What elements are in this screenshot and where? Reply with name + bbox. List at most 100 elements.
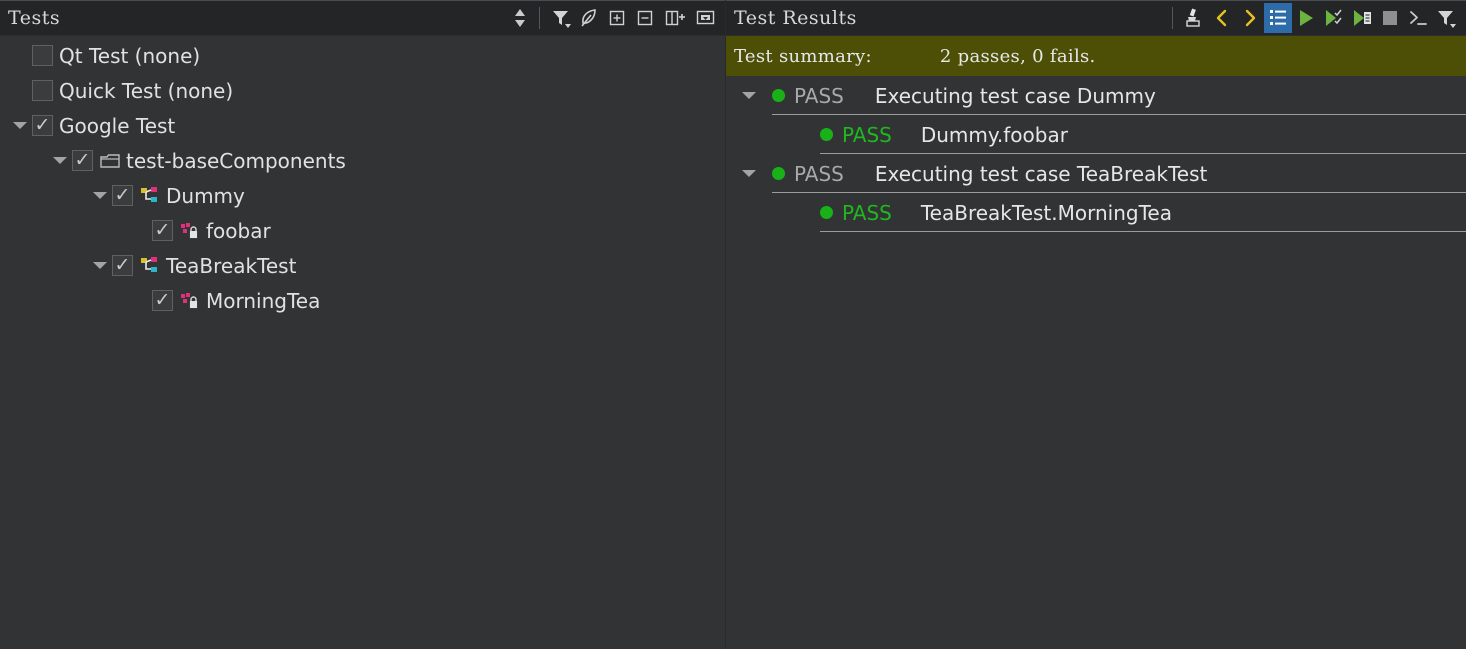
tree-row-label: Quick Test (none) xyxy=(59,78,234,103)
tree-row[interactable]: Qt Test (none) xyxy=(0,38,725,73)
check-icon: ✓ xyxy=(114,254,131,276)
expand-all-icon[interactable] xyxy=(603,3,631,33)
tree-checkbox[interactable] xyxy=(32,45,53,66)
results-filter-icon[interactable] xyxy=(1432,3,1460,33)
check-icon: ✓ xyxy=(154,289,171,311)
tree-expander-spacer xyxy=(128,213,152,248)
private-method-icon xyxy=(179,220,201,242)
collapse-all-icon[interactable] xyxy=(631,3,659,33)
test-tool-window: Tests Qt Test (none) Quick Test (none) ✓… xyxy=(0,0,1466,649)
run-selected-tests-icon[interactable] xyxy=(1320,3,1348,33)
tree-row-label: MorningTea xyxy=(206,288,321,313)
next-result-icon[interactable] xyxy=(1236,3,1264,33)
chevron-down-glyph xyxy=(93,192,107,199)
test-summary-bar: Test summary: 2 passes, 0 fails. xyxy=(726,36,1466,76)
tests-toolbar xyxy=(506,0,725,35)
tree-row[interactable]: ✓ TeaBreakTest xyxy=(0,248,725,283)
tree-checkbox[interactable] xyxy=(32,80,53,101)
chevron-down-icon[interactable] xyxy=(88,178,112,213)
filter-icon[interactable] xyxy=(547,3,575,33)
pass-status-dot xyxy=(772,89,785,102)
tree-checkbox[interactable]: ✓ xyxy=(152,290,173,311)
run-icon[interactable] xyxy=(1292,3,1320,33)
test-result-message: Dummy.foobar xyxy=(920,122,1068,147)
chevron-down-icon[interactable] xyxy=(726,154,772,193)
status-badge: PASS xyxy=(842,122,892,147)
options-dropdown-icon[interactable] xyxy=(691,3,719,33)
tree-row[interactable]: ✓ Google Test xyxy=(0,108,725,143)
test-result-row[interactable]: PASS Dummy.foobar xyxy=(726,115,1466,154)
tree-row-label: Dummy xyxy=(166,183,245,208)
pass-status-dot xyxy=(820,128,833,141)
check-icon: ✓ xyxy=(154,219,171,241)
tree-row-label: Google Test xyxy=(59,113,176,138)
chevron-down-icon[interactable] xyxy=(88,248,112,283)
chevron-down-glyph xyxy=(13,122,27,129)
chevron-down-glyph xyxy=(93,262,107,269)
tree-row-label: TeaBreakTest xyxy=(166,253,297,278)
test-tree[interactable]: Qt Test (none) Quick Test (none) ✓ Google T… xyxy=(0,36,725,318)
tree-checkbox[interactable]: ✓ xyxy=(112,185,133,206)
check-icon: ✓ xyxy=(74,149,91,171)
stop-icon[interactable] xyxy=(1376,3,1404,33)
test-result-message: Executing test case Dummy xyxy=(874,83,1156,108)
tree-checkbox[interactable]: ✓ xyxy=(112,255,133,276)
status-badge: PASS xyxy=(794,161,844,186)
tree-row-label: Qt Test (none) xyxy=(59,43,201,68)
tree-row[interactable]: ✓ foobar xyxy=(0,213,725,248)
test-results-panel: Test Results Test summary: 2 passes, 0 f… xyxy=(726,0,1466,649)
tree-row-label: test-baseComponents xyxy=(126,148,346,173)
output-list-icon[interactable] xyxy=(1264,2,1292,33)
test-summary-label: Test summary: xyxy=(734,45,872,67)
tree-checkbox[interactable]: ✓ xyxy=(152,220,173,241)
check-icon: ✓ xyxy=(114,184,131,206)
tree-checkbox[interactable]: ✓ xyxy=(72,150,93,171)
chevron-down-icon[interactable] xyxy=(726,76,772,115)
terminal-icon[interactable] xyxy=(1404,3,1432,33)
test-results-header: Test Results xyxy=(726,0,1466,36)
run-file-tests-icon[interactable] xyxy=(1348,3,1376,33)
class-icon xyxy=(139,255,161,277)
tree-checkbox[interactable]: ✓ xyxy=(32,115,53,136)
tree-row[interactable]: Quick Test (none) xyxy=(0,73,725,108)
chevron-down-glyph xyxy=(53,157,67,164)
test-result-row[interactable]: PASS TeaBreakTest.MorningTea xyxy=(726,193,1466,232)
pass-status-dot xyxy=(820,206,833,219)
tree-expander-spacer xyxy=(8,38,32,73)
chevron-down-glyph xyxy=(742,170,756,177)
status-badge: PASS xyxy=(842,200,892,225)
check-icon: ✓ xyxy=(34,114,51,136)
result-expander-spacer xyxy=(726,193,820,232)
tests-panel: Tests Qt Test (none) Quick Test (none) ✓… xyxy=(0,0,726,649)
tree-row[interactable]: ✓ Dummy xyxy=(0,178,725,213)
test-results-list[interactable]: PASS Executing test case Dummy PASS Dummy.f… xyxy=(726,76,1466,232)
leaf-icon[interactable] xyxy=(575,3,603,33)
result-expander-spacer xyxy=(726,115,820,154)
chevron-down-glyph xyxy=(742,92,756,99)
clear-results-icon[interactable] xyxy=(1180,3,1208,33)
test-results-toolbar xyxy=(1167,0,1466,35)
folder-icon xyxy=(99,150,121,172)
chevron-down-icon[interactable] xyxy=(8,108,32,143)
tests-panel-header: Tests xyxy=(0,0,725,36)
tree-row[interactable]: ✓ test-baseComponents xyxy=(0,143,725,178)
test-result-row[interactable]: PASS Executing test case TeaBreakTest xyxy=(726,154,1466,193)
pass-status-dot xyxy=(772,167,785,180)
test-results-title: Test Results xyxy=(734,6,857,29)
add-to-group-icon[interactable] xyxy=(659,3,691,33)
test-result-message: Executing test case TeaBreakTest xyxy=(874,161,1208,186)
tree-expander-spacer xyxy=(128,283,152,318)
tree-row[interactable]: ✓ MorningTea xyxy=(0,283,725,318)
previous-result-icon[interactable] xyxy=(1208,3,1236,33)
toolbar-divider xyxy=(539,6,540,29)
chevron-down-icon[interactable] xyxy=(48,143,72,178)
sort-order-icon[interactable] xyxy=(506,3,534,33)
tree-row-label: foobar xyxy=(206,218,271,243)
status-badge: PASS xyxy=(794,83,844,108)
test-result-message: TeaBreakTest.MorningTea xyxy=(920,200,1172,225)
private-method-icon xyxy=(179,290,201,312)
class-icon xyxy=(139,185,161,207)
test-result-row[interactable]: PASS Executing test case Dummy xyxy=(726,76,1466,115)
test-summary-value: 2 passes, 0 fails. xyxy=(939,45,1096,67)
tree-expander-spacer xyxy=(8,73,32,108)
